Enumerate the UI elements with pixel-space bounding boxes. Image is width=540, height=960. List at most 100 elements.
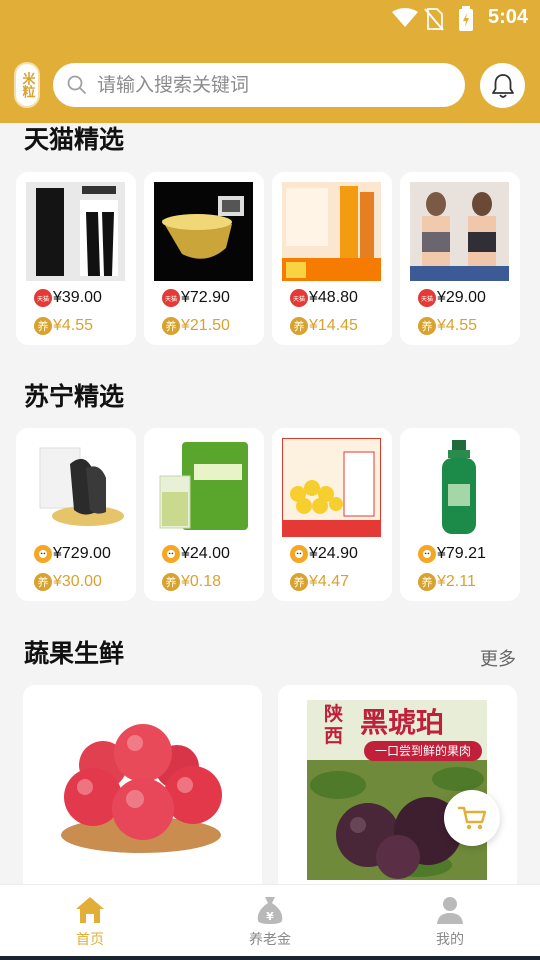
top-bar: 5:04 米粒 xyxy=(0,0,540,123)
pension-badge-icon: 养 xyxy=(418,317,436,335)
product-price: ¥24.90 xyxy=(290,545,358,563)
suning-lion-icon xyxy=(34,545,52,563)
search-input[interactable] xyxy=(97,74,437,96)
more-link[interactable]: 更多 xyxy=(480,645,516,671)
product-card[interactable]: 天猫 ¥48.80 养 ¥14.45 xyxy=(272,172,392,345)
battery-icon xyxy=(459,6,473,31)
product-price: 天猫 ¥72.90 xyxy=(162,289,230,307)
bottom-tab-bar: 首页 ¥ 养老金 我的 xyxy=(0,884,540,960)
pension-badge-icon: 养 xyxy=(162,573,180,591)
notification-button[interactable] xyxy=(480,63,525,108)
pension-bonus: 养 ¥30.00 xyxy=(34,573,102,591)
tmall-badge-icon: 天猫 xyxy=(162,289,180,307)
no-sim-icon xyxy=(424,8,444,31)
banner-title: 黑琥珀 xyxy=(360,706,445,739)
pension-badge-icon: 养 xyxy=(34,573,52,591)
wifi-icon xyxy=(392,8,418,27)
bonus-value: ¥21.50 xyxy=(181,317,230,334)
tab-profile[interactable]: 我的 xyxy=(360,885,540,960)
product-card[interactable]: ¥24.90 养 ¥4.47 xyxy=(272,428,392,601)
product-price: 天猫 ¥29.00 xyxy=(418,289,486,307)
suning-lion-icon xyxy=(418,545,436,563)
product-image xyxy=(154,182,253,281)
product-image xyxy=(410,182,509,281)
bonus-value: ¥0.18 xyxy=(181,573,222,590)
bonus-value: ¥4.55 xyxy=(53,317,94,334)
suning-lion-icon xyxy=(162,545,180,563)
price-value: ¥48.80 xyxy=(309,289,358,306)
product-price: ¥729.00 xyxy=(34,545,111,563)
pension-bonus: 养 ¥14.45 xyxy=(290,317,358,335)
tmall-badge-icon: 天猫 xyxy=(290,289,308,307)
product-image xyxy=(26,438,125,537)
money-bag-icon: ¥ xyxy=(257,897,283,924)
user-icon xyxy=(437,897,463,924)
banner-subtitle: 一口尝到鲜的果肉 xyxy=(364,741,482,761)
bonus-value: ¥14.45 xyxy=(309,317,358,334)
pension-badge-icon: 养 xyxy=(290,573,308,591)
bonus-value: ¥30.00 xyxy=(53,573,102,590)
bonus-value: ¥2.11 xyxy=(437,573,476,590)
pension-badge-icon: 养 xyxy=(34,317,52,335)
pension-bonus: 养 ¥4.55 xyxy=(34,317,93,335)
product-price: ¥79.21 xyxy=(418,545,486,563)
banner-side-text: 陕西 xyxy=(324,703,344,747)
pension-badge-icon: 养 xyxy=(290,317,308,335)
svg-text:¥: ¥ xyxy=(266,910,274,923)
product-price: ¥24.00 xyxy=(162,545,230,563)
suning-lion-icon xyxy=(290,545,308,563)
pension-bonus: 养 ¥4.47 xyxy=(290,573,349,591)
tab-label: 首页 xyxy=(76,932,104,948)
price-value: ¥72.90 xyxy=(181,289,230,306)
logo-text: 米粒 xyxy=(19,72,35,98)
product-card[interactable]: ¥729.00 养 ¥30.00 xyxy=(16,428,136,601)
price-value: ¥39.00 xyxy=(53,289,102,306)
app-screen: 5:04 米粒 天猫精选 xyxy=(0,0,540,960)
cart-button[interactable] xyxy=(444,790,500,846)
product-card[interactable]: 天猫 ¥39.00 养 ¥4.55 xyxy=(16,172,136,345)
product-card[interactable]: ¥24.00 养 ¥0.18 xyxy=(144,428,264,601)
bonus-value: ¥4.55 xyxy=(437,317,478,334)
tmall-badge-icon: 天猫 xyxy=(34,289,52,307)
product-image xyxy=(282,182,381,281)
pension-badge-icon: 养 xyxy=(162,317,180,335)
pension-bonus: 养 ¥4.55 xyxy=(418,317,477,335)
status-time: 5:04 xyxy=(487,6,528,28)
tab-label: 养老金 xyxy=(249,932,291,948)
cart-icon xyxy=(457,806,487,830)
price-value: ¥24.90 xyxy=(309,545,358,562)
price-value: ¥79.21 xyxy=(437,545,486,562)
price-value: ¥24.00 xyxy=(181,545,230,562)
tmall-badge-icon: 天猫 xyxy=(418,289,436,307)
product-price: 天猫 ¥39.00 xyxy=(34,289,102,307)
system-nav-bar xyxy=(0,956,540,960)
section-title-suning: 苏宁精选 xyxy=(24,382,125,411)
pension-bonus: 养 ¥2.11 xyxy=(418,573,476,591)
product-price: 天猫 ¥48.80 xyxy=(290,289,358,307)
product-card[interactable]: ¥79.21 养 ¥2.11 xyxy=(400,428,520,601)
product-card[interactable]: 天猫 ¥29.00 养 ¥4.55 xyxy=(400,172,520,345)
pension-bonus: 养 ¥0.18 xyxy=(162,573,221,591)
search-bar[interactable] xyxy=(53,63,465,107)
suning-product-row: ¥729.00 养 ¥30.00 ¥24.00 养 ¥0.18 ¥24.90 养… xyxy=(16,428,524,601)
tab-home[interactable]: 首页 xyxy=(0,885,180,960)
tab-pension[interactable]: ¥ 养老金 xyxy=(180,885,360,960)
search-icon xyxy=(67,75,86,94)
fresh-product-card[interactable]: 陕西 黑琥珀 一口尝到鲜的果肉 xyxy=(278,685,517,895)
status-bar: 5:04 xyxy=(0,0,540,38)
price-value: ¥729.00 xyxy=(53,545,111,562)
fresh-product-card[interactable] xyxy=(23,685,262,895)
product-image xyxy=(23,685,262,895)
home-icon xyxy=(76,897,104,923)
product-image xyxy=(410,438,509,537)
product-image xyxy=(282,438,381,537)
price-value: ¥29.00 xyxy=(437,289,486,306)
section-title-fresh: 蔬果生鲜 xyxy=(24,639,125,668)
section-title-tmall: 天猫精选 xyxy=(24,125,125,154)
bell-icon xyxy=(491,73,514,98)
tmall-product-row: 天猫 ¥39.00 养 ¥4.55 天猫 ¥72.90 养 ¥21.50 天猫 … xyxy=(16,172,524,345)
product-card[interactable]: 天猫 ¥72.90 养 ¥21.50 xyxy=(144,172,264,345)
pension-bonus: 养 ¥21.50 xyxy=(162,317,230,335)
tab-label: 我的 xyxy=(436,932,464,948)
bonus-value: ¥4.47 xyxy=(309,573,350,590)
